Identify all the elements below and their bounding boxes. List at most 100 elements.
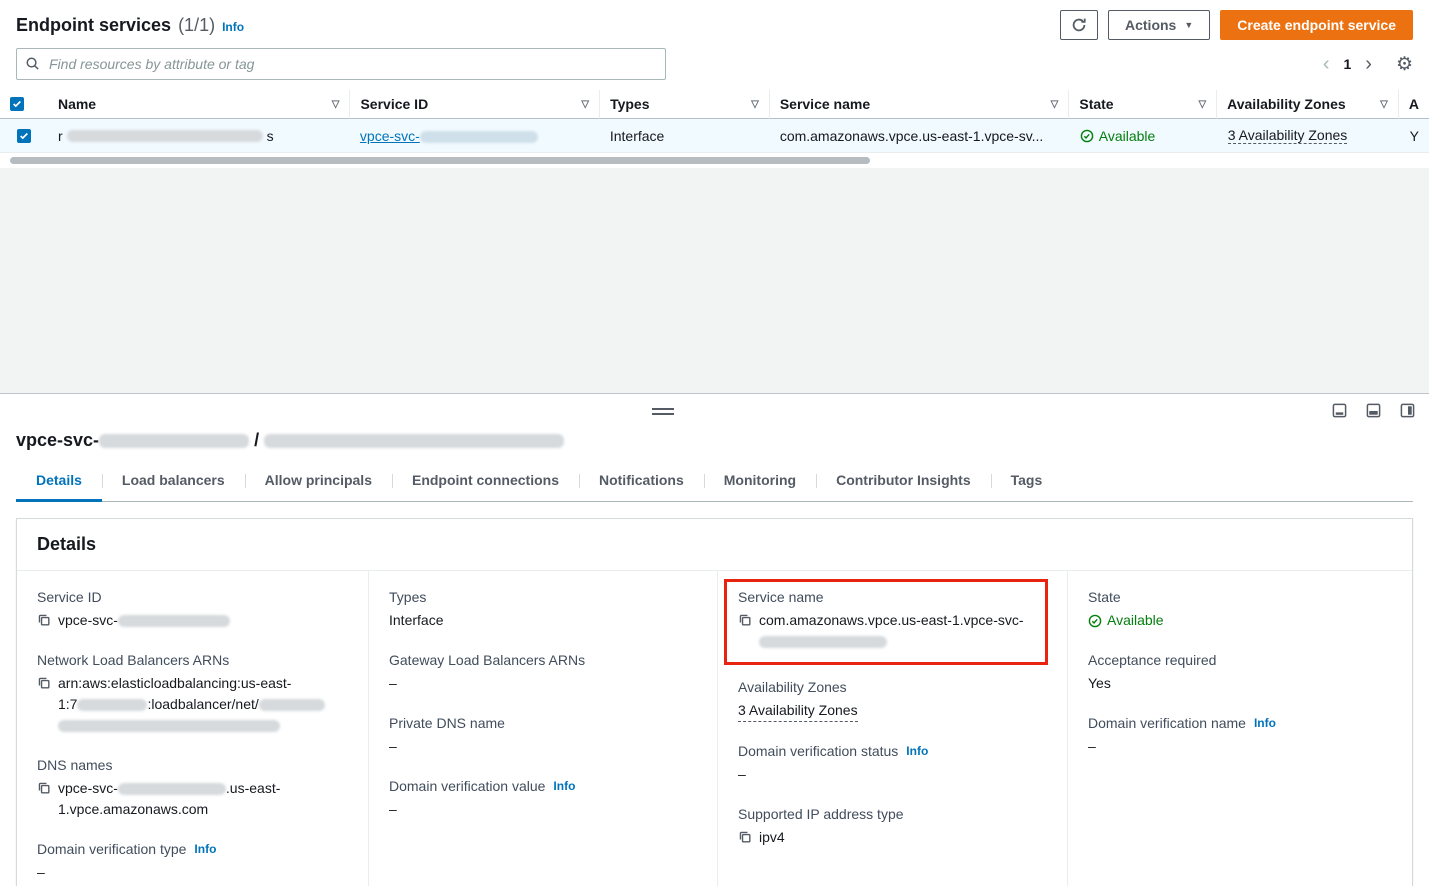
panel-position-side-icon[interactable] <box>1400 403 1415 418</box>
tab-notifications[interactable]: Notifications <box>579 461 704 501</box>
service-name-highlight-box: Service name com.amazonaws.vpce.us-east-… <box>724 579 1048 665</box>
redacted-name <box>67 130 263 142</box>
column-header-state[interactable]: State▽ <box>1068 90 1216 119</box>
details-column-4: State Available Acceptance required Yes <box>1067 571 1412 886</box>
private-dns-name-value: – <box>389 736 697 757</box>
sort-icon: ▽ <box>1198 99 1206 110</box>
endpoint-services-list-panel: Endpoint services (1/1) Info Actions ▼ C… <box>0 0 1429 168</box>
column-header-name[interactable]: Name▽ <box>48 90 350 119</box>
sort-icon: ▽ <box>1051 99 1059 110</box>
column-header-service-id[interactable]: Service ID▽ <box>349 90 599 119</box>
nlb-arns-value: arn:aws:elasticloadbalancing:us-east- 1:… <box>37 673 348 736</box>
details-card: Details Service ID vpce-svc- Network Loa… <box>16 518 1413 886</box>
refresh-button[interactable] <box>1060 10 1098 40</box>
search-icon <box>25 56 40 71</box>
table-row[interactable]: r s vpce-svc- Interface com.amazonaws.vp… <box>0 119 1429 153</box>
table-toolbar: ‹ 1 › ⚙ <box>0 46 1429 90</box>
nlb-arns-label: Network Load Balancers ARNs <box>37 652 348 668</box>
create-endpoint-service-button[interactable]: Create endpoint service <box>1220 10 1413 40</box>
supported-ip-type-value: ipv4 <box>738 827 1047 848</box>
tab-load-balancers[interactable]: Load balancers <box>102 461 245 501</box>
split-panel-header <box>0 394 1429 430</box>
service-name-label: Service name <box>738 589 1034 605</box>
tab-contributor-insights[interactable]: Contributor Insights <box>816 461 991 501</box>
redacted-service-id <box>420 131 538 143</box>
info-link[interactable]: Info <box>194 842 216 856</box>
create-endpoint-service-label: Create endpoint service <box>1237 17 1396 33</box>
private-dns-name-label: Private DNS name <box>389 715 697 731</box>
dns-names-label: DNS names <box>37 757 348 773</box>
service-id-value: vpce-svc- <box>37 610 348 631</box>
sort-icon: ▽ <box>581 99 589 110</box>
copy-icon[interactable] <box>37 676 51 690</box>
types-label: Types <box>389 589 697 605</box>
details-column-2: Types Interface Gateway Load Balancers A… <box>368 571 717 886</box>
panel-position-bottom-icon[interactable] <box>1332 403 1347 418</box>
copy-icon[interactable] <box>37 781 51 795</box>
details-column-3: Service name com.amazonaws.vpce.us-east-… <box>717 571 1067 886</box>
split-panel-resize-handle[interactable] <box>652 408 674 415</box>
row-name: r s <box>48 119 350 152</box>
column-header-availability-zones[interactable]: Availability Zones▽ <box>1216 90 1398 119</box>
row-types: Interface <box>600 119 770 152</box>
domain-verification-status-label: Domain verification status Info <box>738 743 1047 759</box>
redacted-arn-tail <box>58 720 280 732</box>
tab-allow-principals[interactable]: Allow principals <box>245 461 392 501</box>
current-page[interactable]: 1 <box>1343 56 1351 72</box>
table-header-row: Name▽ Service ID▽ Types▽ Service name▽ S… <box>0 90 1429 119</box>
availability-zones-label: Availability Zones <box>738 679 1047 695</box>
row-state: Available <box>1070 119 1218 152</box>
redacted-service-id-detail <box>118 615 230 627</box>
state-label: State <box>1088 589 1392 605</box>
glb-arns-label: Gateway Load Balancers ARNs <box>389 652 697 668</box>
availability-zones-value[interactable]: 3 Availability Zones <box>738 700 1047 722</box>
split-panel: vpce-svc- / Details Load balancers Allow… <box>0 393 1429 886</box>
redacted-account-id <box>77 699 147 711</box>
copy-icon[interactable] <box>738 613 752 627</box>
check-circle-icon <box>1080 129 1094 143</box>
tab-endpoint-connections[interactable]: Endpoint connections <box>392 461 579 501</box>
domain-verification-status-value: – <box>738 764 1047 785</box>
service-id-label: Service ID <box>37 589 348 605</box>
search-input[interactable] <box>16 48 666 80</box>
column-header-acceptance[interactable]: A <box>1398 90 1429 119</box>
sort-icon: ▽ <box>751 99 759 110</box>
info-link[interactable]: Info <box>906 744 928 758</box>
domain-verification-name-label: Domain verification name Info <box>1088 715 1392 731</box>
row-availability-zones[interactable]: 3 Availability Zones <box>1218 119 1400 152</box>
panel-position-split-icon[interactable] <box>1366 403 1381 418</box>
glb-arns-value: – <box>389 673 697 694</box>
state-value: Available <box>1088 610 1392 631</box>
dns-names-value: vpce-svc-.us-east- 1.vpce.amazonaws.com <box>37 778 348 820</box>
supported-ip-type-label: Supported IP address type <box>738 806 1047 822</box>
domain-verification-type-label: Domain verification type Info <box>37 841 348 857</box>
pagination: ‹ 1 › ⚙ <box>1323 54 1413 74</box>
details-column-1: Service ID vpce-svc- Network Load Balanc… <box>17 571 368 886</box>
page-title: Endpoint services <box>16 15 171 36</box>
copy-icon[interactable] <box>738 830 752 844</box>
settings-gear-icon[interactable]: ⚙ <box>1396 55 1413 74</box>
info-link[interactable]: Info <box>1254 716 1276 730</box>
column-header-types[interactable]: Types▽ <box>599 90 769 119</box>
page-header: Endpoint services (1/1) Info Actions ▼ C… <box>0 0 1429 46</box>
sort-icon: ▽ <box>332 99 340 110</box>
tab-monitoring[interactable]: Monitoring <box>704 461 816 501</box>
actions-button-label: Actions <box>1125 17 1176 33</box>
info-link[interactable]: Info <box>553 779 575 793</box>
previous-page-icon[interactable]: ‹ <box>1323 54 1330 74</box>
page-info-link[interactable]: Info <box>222 20 244 34</box>
tab-details[interactable]: Details <box>16 461 102 501</box>
tab-tags[interactable]: Tags <box>991 461 1063 501</box>
row-checkbox[interactable] <box>17 129 31 143</box>
select-all-checkbox[interactable] <box>10 97 24 111</box>
row-service-id-link[interactable]: vpce-svc- <box>350 119 600 152</box>
check-circle-icon <box>1088 614 1102 628</box>
horizontal-scrollbar[interactable] <box>10 157 870 164</box>
column-header-service-name[interactable]: Service name▽ <box>769 90 1069 119</box>
redacted-title-name <box>264 434 564 448</box>
copy-icon[interactable] <box>37 613 51 627</box>
actions-button[interactable]: Actions ▼ <box>1108 10 1210 40</box>
next-page-icon[interactable]: › <box>1365 54 1372 74</box>
refresh-icon <box>1071 17 1087 33</box>
split-panel-title: vpce-svc- / <box>0 430 1429 461</box>
